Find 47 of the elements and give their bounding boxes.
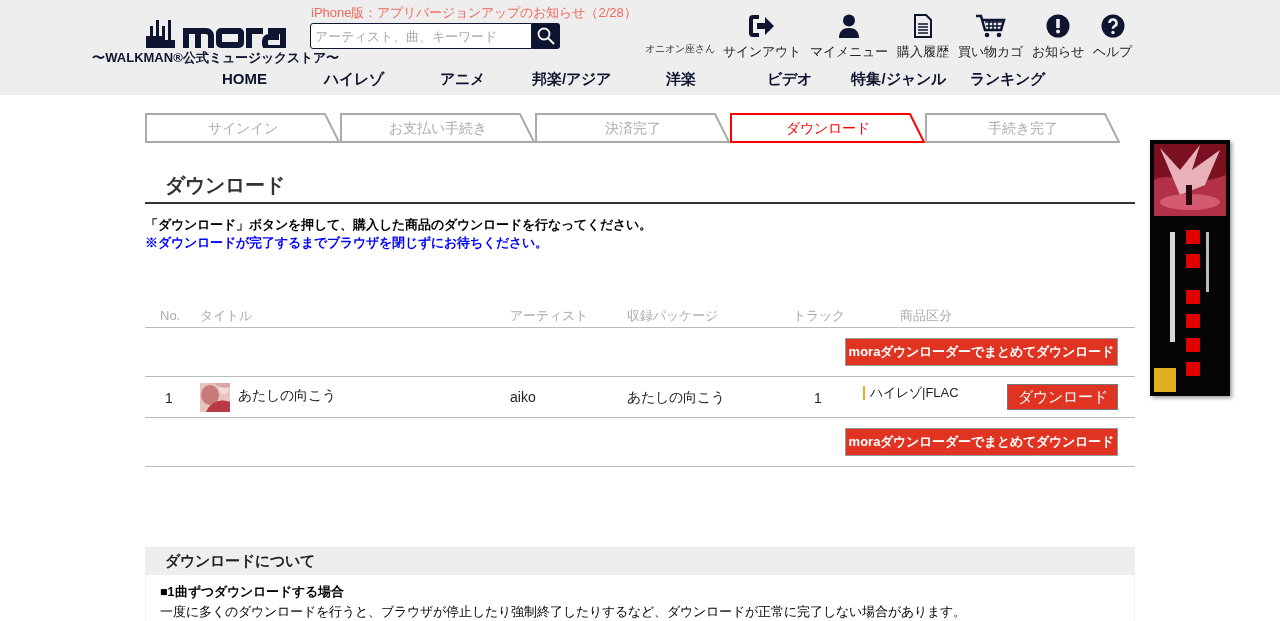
header-link[interactable]: 購入履歴 (897, 14, 949, 62)
body-text: 一度に多くのダウンロードを行うと、ブラウザが停止したり強制終了したりするなど、ダウンロードが正常に完了しない場合があります。 (160, 603, 967, 621)
section-heading: ダウンロードについて (165, 551, 315, 572)
page-heading: ダウンロード (165, 173, 286, 198)
nav-link[interactable]: アニメ (408, 68, 517, 91)
title-cell-text: あたしの向こう (238, 386, 336, 405)
download-button[interactable]: ダウンロード (1007, 384, 1118, 410)
user-icon (838, 14, 860, 38)
warning-text: ※ダウンロードが完了するまでブラウザを閉じずにお待ちください。 (145, 234, 549, 252)
column-header: No. (160, 307, 181, 325)
instruction-text: 「ダウンロード」ボタンを押して、購入した商品のダウンロードを行なってください。 (145, 217, 653, 234)
cart-icon (975, 14, 1006, 38)
column-header: 収録パッケージ (627, 307, 718, 325)
column-header: タイトル (200, 307, 252, 325)
sign-out-icon (749, 14, 775, 38)
column-header: アーティスト (510, 307, 588, 325)
table-cell-text: aiko (510, 388, 536, 407)
bulk-download-button[interactable]: moraダウンローダーでまとめてダウンロード (845, 428, 1118, 456)
search-icon (537, 27, 555, 45)
bulk-download-button[interactable]: moraダウンローダーでまとめてダウンロード (845, 338, 1118, 366)
nav-link[interactable]: 特集/ジャンル (844, 68, 953, 91)
header-link[interactable]: ヘルプ (1093, 14, 1132, 62)
nav-link[interactable]: HOME (190, 68, 299, 91)
column-header: 商品区分 (900, 307, 952, 325)
nav-link[interactable]: 洋楽 (626, 68, 735, 91)
column-header: トラック (793, 307, 845, 325)
header-link[interactable]: マイメニュー (810, 14, 888, 62)
document-icon (913, 14, 933, 38)
search-button[interactable] (532, 23, 560, 49)
header-link[interactable]: 買い物カゴ (958, 14, 1023, 62)
help-icon (1100, 14, 1125, 38)
category-tag: ハイレゾ|FLAC (863, 386, 959, 400)
header-link[interactable]: サインアウト (723, 14, 801, 62)
nav-link[interactable]: ビデオ (735, 68, 844, 91)
table-cell-text: 1 (165, 389, 173, 408)
logo-icon[interactable] (145, 18, 286, 48)
logo-tagline: 〜WALKMAN®公式ミュージックストア〜 (92, 51, 339, 64)
nav-link[interactable]: ランキング (953, 68, 1062, 91)
nav-link[interactable]: 邦楽/アジア (517, 68, 626, 91)
exclamation-icon (1046, 14, 1070, 38)
nav-link[interactable]: ハイレゾ (299, 68, 408, 91)
table-cell-text: あたしの向こう (627, 388, 725, 407)
subsection-heading: ■1曲ずつダウンロードする場合 (160, 584, 345, 601)
user-name: オニオン座さん (645, 42, 715, 56)
table-cell-text: 1 (814, 389, 822, 408)
header-link[interactable]: お知らせ (1032, 14, 1084, 62)
search-field[interactable]: アーティスト、曲、キーワード (310, 23, 532, 49)
